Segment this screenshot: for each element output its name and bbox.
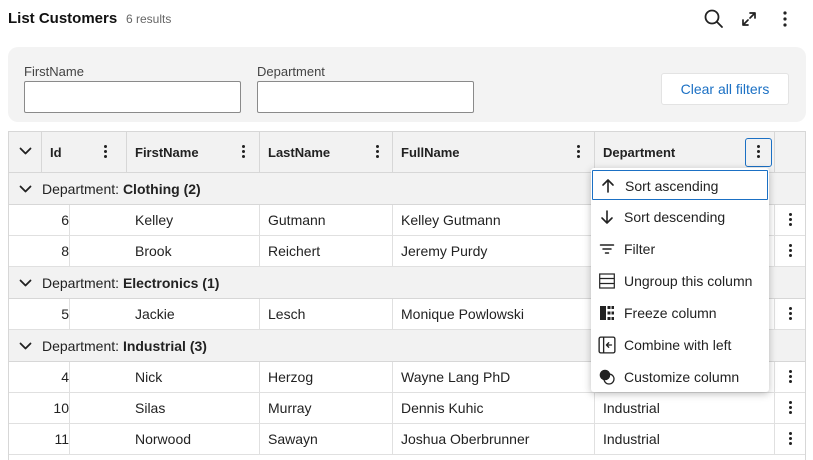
column-header-fullname[interactable]: FullName <box>393 132 595 172</box>
menu-item-combine-left[interactable]: Combine with left <box>592 330 768 360</box>
customize-icon <box>599 369 615 385</box>
department-column-menu-button[interactable] <box>745 138 772 167</box>
column-header-id[interactable]: Id <box>42 132 127 172</box>
cell-lastname: Gutmann <box>260 205 393 235</box>
filter-icon <box>599 244 615 254</box>
cell-firstname: Jackie <box>127 299 260 329</box>
expand-all-cell[interactable] <box>9 132 42 172</box>
column-menu-icon[interactable] <box>376 145 380 160</box>
column-label-department: Department <box>603 145 676 160</box>
freeze-icon <box>600 306 614 320</box>
column-label-lastname: LastName <box>268 145 331 160</box>
cell-firstname: Brook <box>127 236 260 266</box>
group-label: Department: Industrial (3) <box>42 338 207 354</box>
department-filter-input[interactable] <box>257 81 474 113</box>
cell-firstname: Silas <box>127 393 260 423</box>
cell-id: 4 <box>9 362 70 392</box>
filter-panel: FirstName Department Clear all filters <box>8 47 806 122</box>
row-menu-icon[interactable] <box>789 432 793 447</box>
cell-fullname: Wayne Lang PhD <box>393 362 595 392</box>
cell-lastname: Sawayn <box>260 424 393 454</box>
menu-item-sort-descending[interactable]: Sort descending <box>592 202 768 232</box>
page-title: List Customers <box>8 10 118 27</box>
cell-id: 10 <box>9 393 70 423</box>
column-menu-icon[interactable] <box>104 145 108 160</box>
more-vertical-icon[interactable] <box>774 8 796 30</box>
firstname-filter-label: FirstName <box>24 64 84 79</box>
grid-header-row: Id FirstName LastName FullName Departmen… <box>9 132 805 173</box>
row-menu-icon[interactable] <box>789 370 793 385</box>
row-menu-icon[interactable] <box>789 213 793 228</box>
column-menu: Sort ascending Sort descending Filter Un… <box>591 168 769 392</box>
cell-id: 8 <box>9 236 70 266</box>
cell-firstname: Kelley <box>127 205 260 235</box>
row-menu-icon[interactable] <box>789 307 793 322</box>
column-menu-icon[interactable] <box>757 145 761 160</box>
firstname-filter-input[interactable] <box>24 81 241 113</box>
row-menu-icon[interactable] <box>789 244 793 259</box>
cell-id: 5 <box>9 299 70 329</box>
group-label: Department: Clothing (2) <box>42 181 201 197</box>
cell-lastname: Herzog <box>260 362 393 392</box>
row-menu-icon[interactable] <box>789 401 793 416</box>
arrow-up-icon <box>602 179 614 193</box>
arrow-down-icon <box>601 210 613 224</box>
cell-id: 11 <box>9 424 70 454</box>
menu-item-ungroup[interactable]: Ungroup this column <box>592 266 768 296</box>
cell-firstname: Nick <box>127 362 260 392</box>
cell-fullname: Kelley Gutmann <box>393 205 595 235</box>
cell-department: Industrial <box>595 424 775 454</box>
combine-left-icon <box>598 336 616 354</box>
cell-lastname: Reichert <box>260 236 393 266</box>
search-icon[interactable] <box>703 8 725 30</box>
column-menu-icon[interactable] <box>242 145 246 160</box>
chevron-down-icon[interactable] <box>19 342 32 351</box>
menu-item-sort-ascending[interactable]: Sort ascending <box>592 170 768 200</box>
column-label-firstname: FirstName <box>135 145 199 160</box>
chevron-down-icon[interactable] <box>19 185 32 194</box>
table-row[interactable]: 10 Silas Murray Dennis Kuhic Industrial <box>9 393 805 424</box>
table-row[interactable]: 11 Norwood Sawayn Joshua Oberbrunner Ind… <box>9 424 805 455</box>
cell-lastname: Lesch <box>260 299 393 329</box>
column-label-id: Id <box>50 145 62 160</box>
column-label-fullname: FullName <box>401 145 460 160</box>
column-menu-icon[interactable] <box>577 145 581 160</box>
menu-item-customize[interactable]: Customize column <box>592 362 768 392</box>
department-filter-label: Department <box>257 64 325 79</box>
chevron-down-icon[interactable] <box>19 147 32 156</box>
cell-id: 6 <box>9 205 70 235</box>
column-header-lastname[interactable]: LastName <box>260 132 393 172</box>
cell-lastname: Murray <box>260 393 393 423</box>
cell-fullname: Jeremy Purdy <box>393 236 595 266</box>
menu-item-filter[interactable]: Filter <box>592 234 768 264</box>
cell-fullname: Dennis Kuhic <box>393 393 595 423</box>
expand-icon[interactable] <box>738 8 760 30</box>
ungroup-icon <box>599 273 615 289</box>
column-header-actions <box>775 132 805 172</box>
cell-firstname: Norwood <box>127 424 260 454</box>
cell-fullname: Monique Powlowski <box>393 299 595 329</box>
chevron-down-icon[interactable] <box>19 279 32 288</box>
result-count: 6 results <box>126 12 172 26</box>
menu-item-freeze[interactable]: Freeze column <box>592 298 768 328</box>
cell-fullname: Joshua Oberbrunner <box>393 424 595 454</box>
group-label: Department: Electronics (1) <box>42 275 220 291</box>
clear-all-filters-button[interactable]: Clear all filters <box>661 73 789 105</box>
cell-department: Industrial <box>595 393 775 423</box>
column-header-firstname[interactable]: FirstName <box>127 132 260 172</box>
page-header: List Customers 6 results <box>8 0 805 38</box>
